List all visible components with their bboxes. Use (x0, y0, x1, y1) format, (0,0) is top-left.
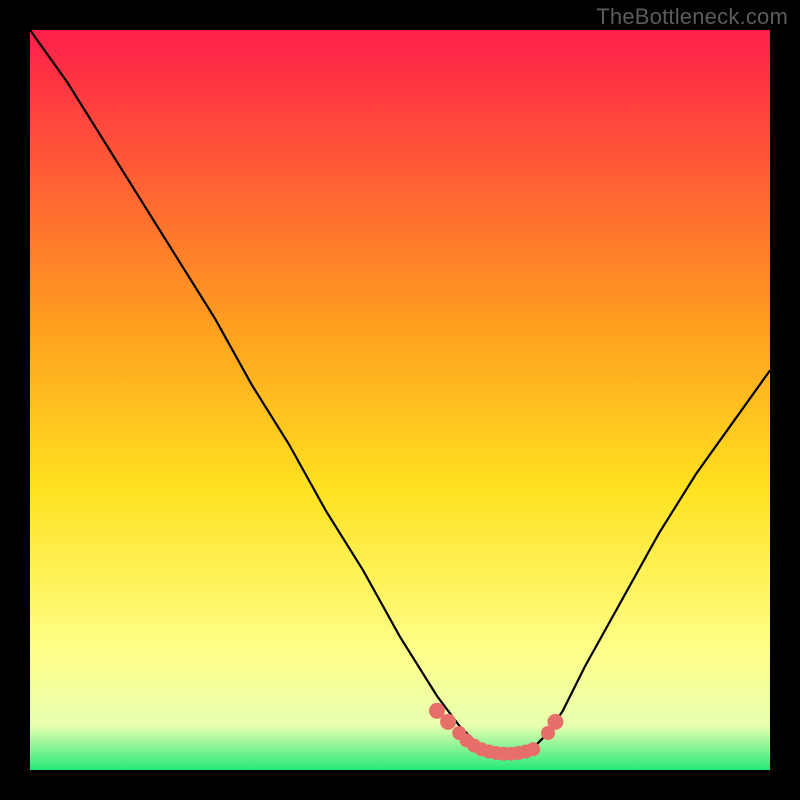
watermark-text: TheBottleneck.com (596, 4, 788, 30)
chart-frame: TheBottleneck.com (0, 0, 800, 800)
plot-area (30, 30, 770, 770)
gradient-bg (30, 30, 770, 770)
marker-dot (440, 714, 456, 730)
marker-dot (547, 714, 563, 730)
marker-dot (526, 742, 540, 756)
chart-svg (30, 30, 770, 770)
